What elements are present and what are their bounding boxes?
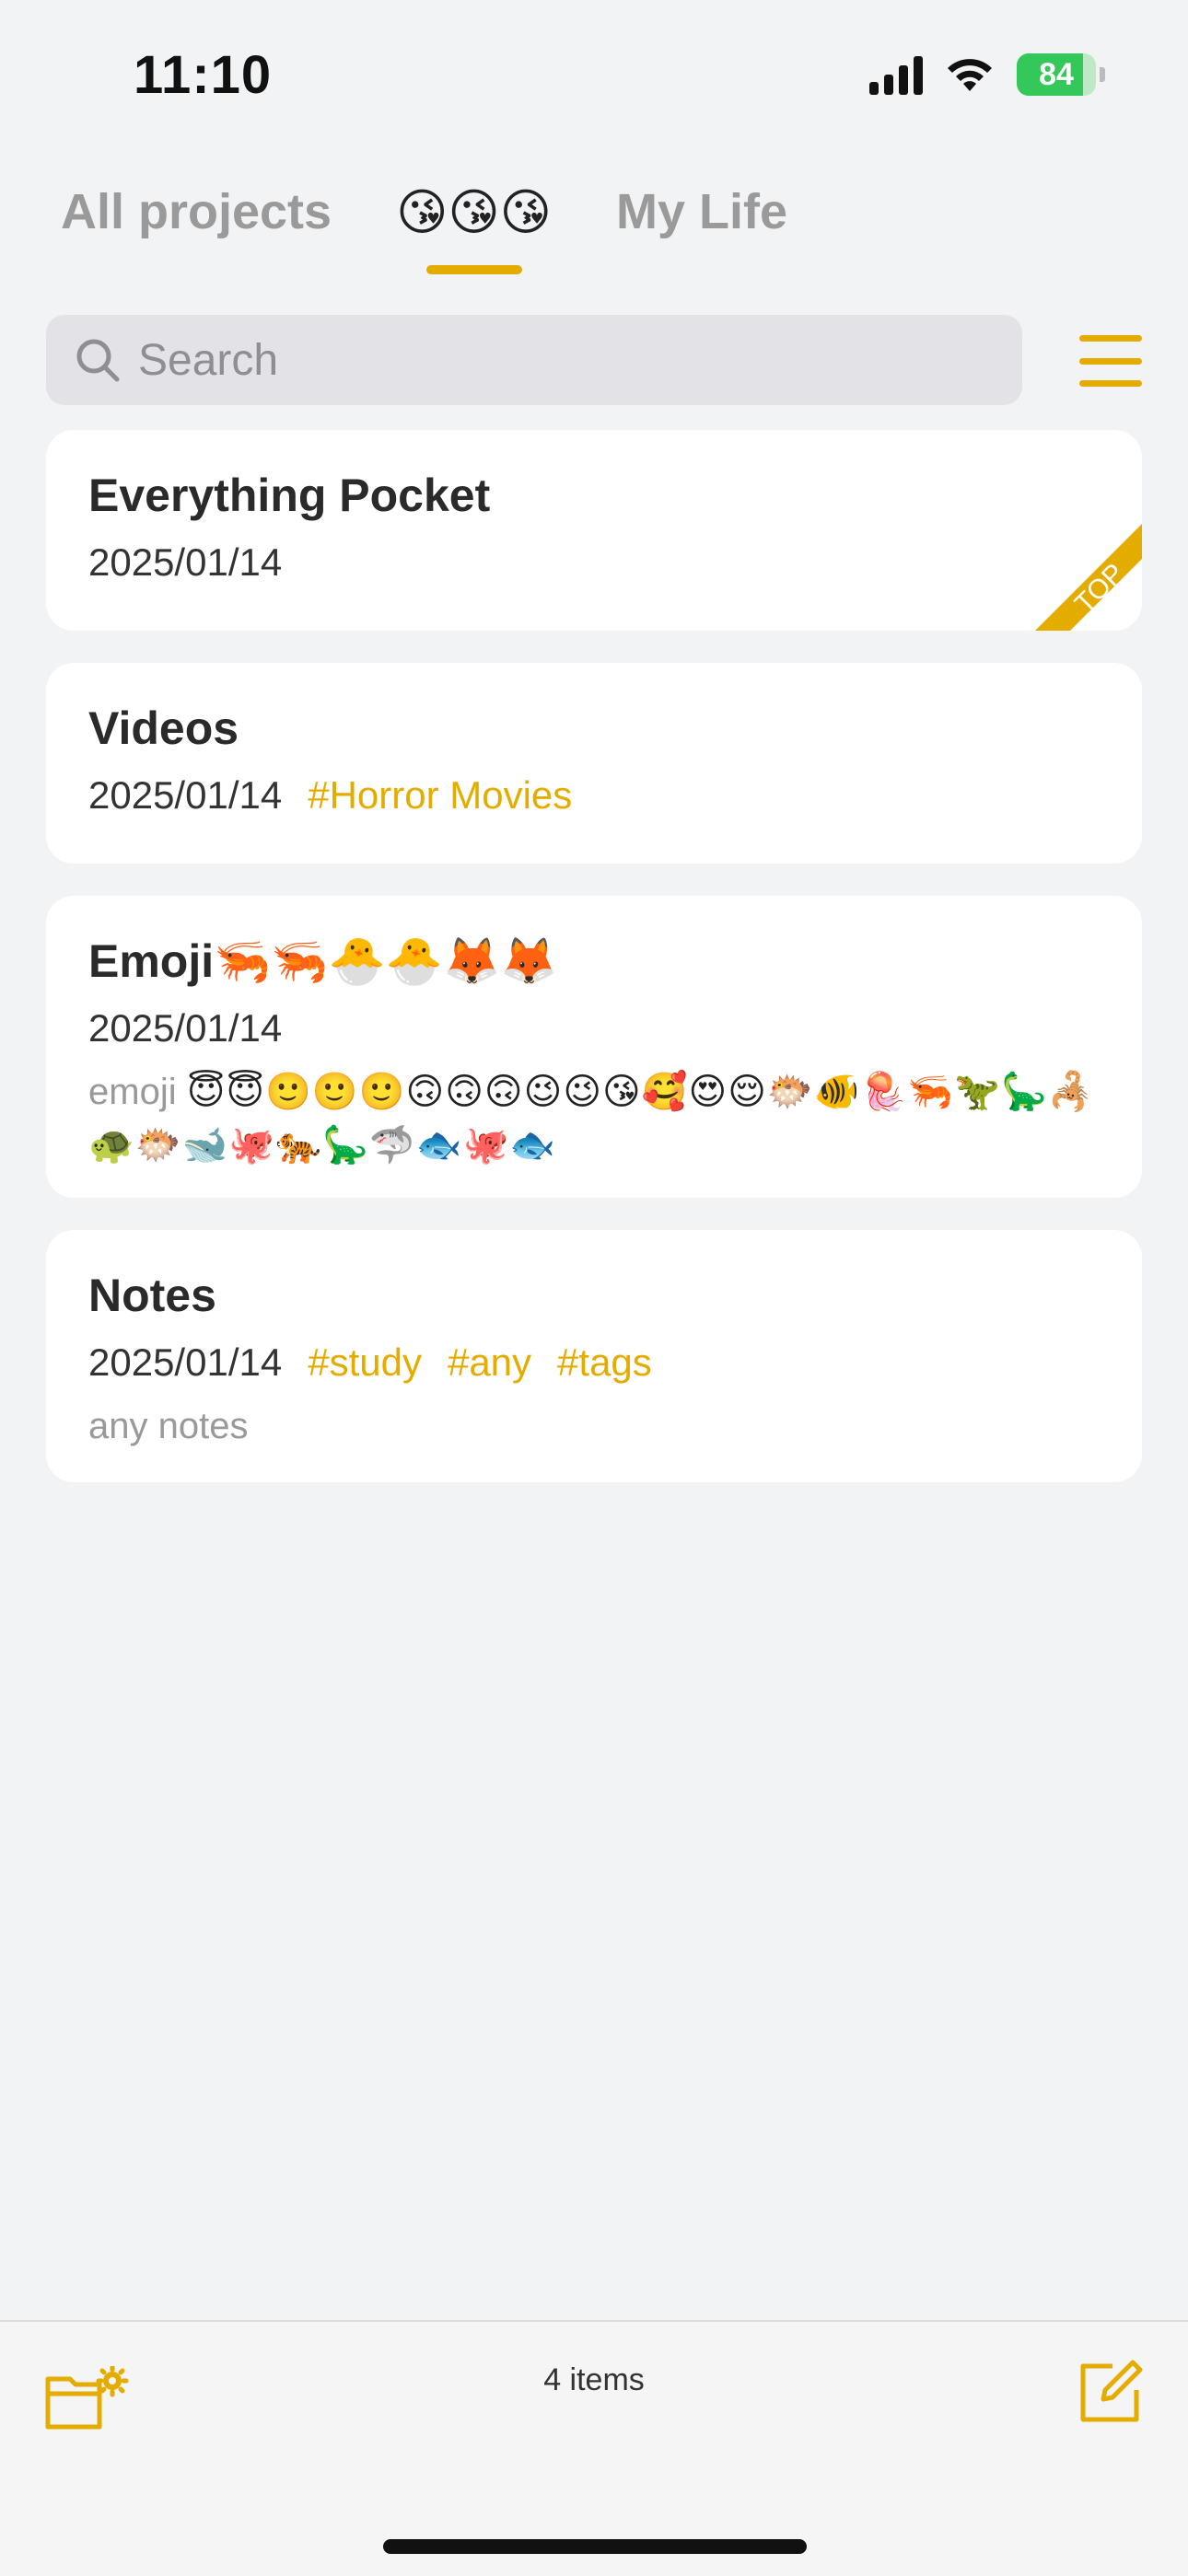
search-bar[interactable] [46,315,1022,405]
status-bar: 11:10 84 [0,0,1188,157]
active-tab-indicator [425,264,522,274]
tab-label: 😘😘😘 [396,184,552,240]
home-indicator [383,2539,807,2554]
item-count: 4 items [543,2362,645,2397]
note-meta: 2025/01/14 #study #any #tags [88,1337,1100,1388]
cellular-signal-icon [869,54,923,95]
battery-icon: 84 [1017,53,1096,96]
note-meta: 2025/01/14 [88,537,1100,588]
tab-all-projects[interactable]: All projects [61,183,332,240]
project-tabs: All projects 😘😘😘 My Life [61,175,787,274]
note-card-everything-pocket[interactable]: Everything Pocket 2025/01/14 TOP [46,430,1142,631]
search-icon [76,339,120,382]
search-row [46,315,1142,405]
battery-cap [1100,67,1105,82]
note-preview-emoji: 😇😇🙂🙂🙂🙃🙃🙃😉😉😘🥰😍😌🐡🐠🪼🦐🦖🦕🦂🐢🐡🐋🐙🐅🦕🦈🐟🐙🐟 [88,1072,1095,1166]
status-icons: 84 [869,53,1105,96]
menu-line [1079,380,1142,387]
note-tag[interactable]: #tags [557,1337,652,1388]
note-title: Everything Pocket [88,470,491,521]
status-time: 11:10 [134,45,273,105]
note-date: 2025/01/14 [88,540,283,584]
tab-my-life[interactable]: My Life [616,183,787,240]
note-title: Videos [88,702,239,754]
note-title: Notes [88,1270,216,1321]
compose-icon[interactable] [1076,2359,1144,2427]
note-meta: 2025/01/14 [88,1003,1100,1054]
note-preview: any notes [88,1406,249,1446]
note-preview: emoji 😇😇🙂🙂🙂🙃🙃🙃😉😉😘🥰😍😌🐡🐠🪼🦐🦖🦕🦂🐢🐡🐋🐙🐅🦕🦈🐟🐙🐟 [88,1065,1100,1172]
note-date: 2025/01/14 [88,773,283,817]
battery-level: 84 [1039,56,1074,92]
wifi-icon [948,59,992,91]
tab-kiss-emoji[interactable]: 😘😘😘 [396,183,552,274]
note-date: 2025/01/14 [88,1006,283,1050]
note-card-videos[interactable]: Videos 2025/01/14 #Horror Movies [46,663,1142,864]
note-card-notes[interactable]: Notes 2025/01/14 #study #any #tags any n… [46,1230,1142,1482]
pinned-top-ribbon: TOP [1035,524,1142,631]
note-tag[interactable]: #study [308,1337,422,1388]
note-date: 2025/01/14 [88,1340,283,1384]
note-list: Everything Pocket 2025/01/14 TOP Videos … [46,430,1142,1514]
note-card-emoji[interactable]: Emoji🦐🦐🐣🐣🦊🦊 2025/01/14 emoji 😇😇🙂🙂🙂🙃🙃🙃😉😉😘… [46,896,1142,1198]
search-input[interactable] [136,333,969,387]
menu-button[interactable] [1079,335,1142,387]
note-title: Emoji🦐🦐🐣🐣🦊🦊 [88,935,558,987]
note-meta: 2025/01/14 #Horror Movies [88,770,1100,821]
note-preview-label: emoji [88,1072,187,1112]
note-tag[interactable]: #Horror Movies [308,770,572,821]
bottom-toolbar: 4 items [0,2320,1188,2576]
note-tag[interactable]: #any [448,1337,531,1388]
menu-line [1079,357,1142,365]
menu-line [1079,335,1142,342]
